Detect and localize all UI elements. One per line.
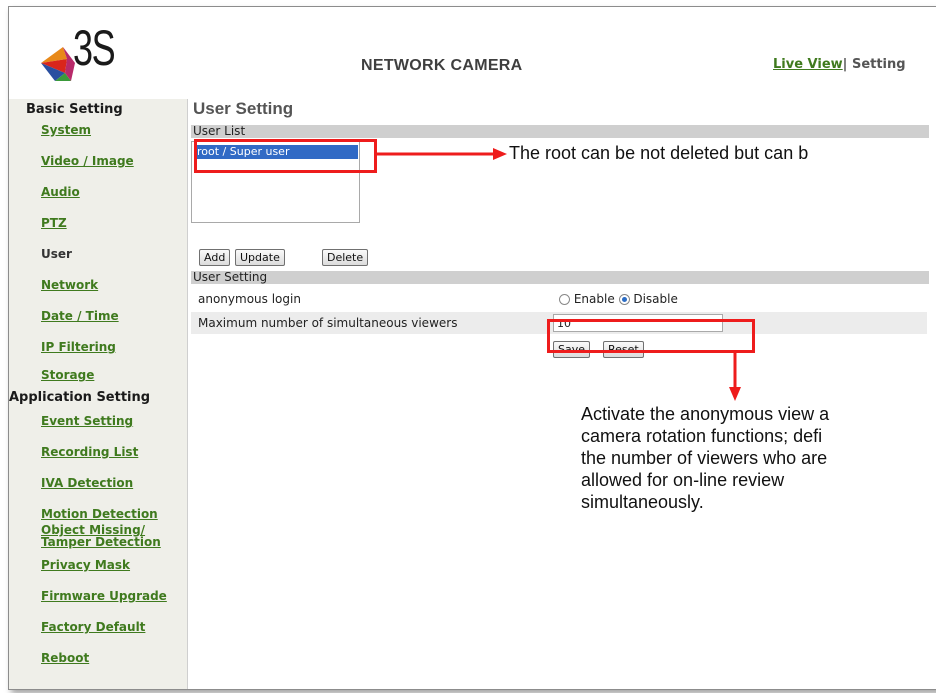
down-arrow-icon <box>729 353 741 401</box>
right-arrow-icon <box>377 148 507 160</box>
sidebar-item-video-image[interactable]: Video / Image <box>41 155 134 168</box>
sidebar-item-ip-filtering[interactable]: IP Filtering <box>41 341 116 354</box>
sidebar-item-reboot[interactable]: Reboot <box>41 652 89 665</box>
sidebar: Basic Setting System Video / Image Audio… <box>9 99 188 689</box>
top-nav: Live View| Setting <box>773 57 906 72</box>
sidebar-item-user: User <box>41 247 72 261</box>
sidebar-item-event-setting[interactable]: Event Setting <box>41 415 133 428</box>
max-viewers-highlight-box <box>547 319 755 353</box>
anonymous-annotation-text: Activate the anonymous view a camera rot… <box>581 403 829 513</box>
sidebar-item-recording-list[interactable]: Recording List <box>41 446 138 459</box>
max-viewers-label: Maximum number of simultaneous viewers <box>198 316 458 330</box>
delete-button[interactable]: Delete <box>322 249 369 266</box>
user-setting-header: User Setting <box>191 271 929 284</box>
sidebar-item-privacy-mask[interactable]: Privacy Mask <box>41 559 130 572</box>
annotation-line: the number of viewers who are <box>581 448 828 468</box>
enable-label: Enable <box>573 292 615 306</box>
sidebar-item-tamper-detection[interactable]: Tamper Detection <box>41 536 161 549</box>
disable-label: Disable <box>633 292 678 306</box>
annotation-line: camera rotation functions; defi <box>581 426 823 446</box>
setting-nav-current: Setting <box>851 57 906 72</box>
anonymous-login-radio-group: Enable Disable <box>559 292 678 306</box>
anonymous-login-label: anonymous login <box>198 292 301 306</box>
sidebar-item-iva-detection[interactable]: IVA Detection <box>41 477 133 490</box>
sidebar-item-system[interactable]: System <box>41 124 91 137</box>
sidebar-item-factory-default[interactable]: Factory Default <box>41 621 145 634</box>
browser-window: 3S NETWORK CAMERA Live View| Setting Bas… <box>8 6 936 690</box>
user-list-highlight-box <box>194 139 377 173</box>
nav-separator: | <box>842 57 848 72</box>
sidebar-item-audio[interactable]: Audio <box>41 186 80 199</box>
annotation-line: simultaneously. <box>581 492 704 512</box>
sidebar-item-date-time[interactable]: Date / Time <box>41 310 119 323</box>
page-title: User Setting <box>193 99 294 118</box>
application-setting-heading: Application Setting <box>9 390 151 405</box>
sidebar-item-storage[interactable]: Storage <box>41 369 94 382</box>
sidebar-item-network[interactable]: Network <box>41 279 98 292</box>
enable-radio[interactable] <box>559 294 570 305</box>
sidebar-item-firmware-upgrade[interactable]: Firmware Upgrade <box>41 590 167 603</box>
app-title: NETWORK CAMERA <box>361 57 523 74</box>
disable-radio[interactable] <box>618 294 630 305</box>
root-annotation-text: The root can be not deleted but can b <box>509 143 809 163</box>
logo-text: 3S <box>73 20 116 76</box>
live-view-link[interactable]: Live View <box>773 57 843 72</box>
update-button[interactable]: Update <box>235 249 285 266</box>
sidebar-item-ptz[interactable]: PTZ <box>41 217 67 230</box>
sidebar-item-motion-detection[interactable]: Motion Detection <box>41 508 158 521</box>
user-list-header: User List <box>191 125 929 138</box>
annotation-line: Activate the anonymous view a <box>581 404 830 424</box>
add-button[interactable]: Add <box>199 249 231 266</box>
basic-setting-heading: Basic Setting <box>26 102 123 117</box>
annotation-line: allowed for on-line review <box>581 470 785 490</box>
